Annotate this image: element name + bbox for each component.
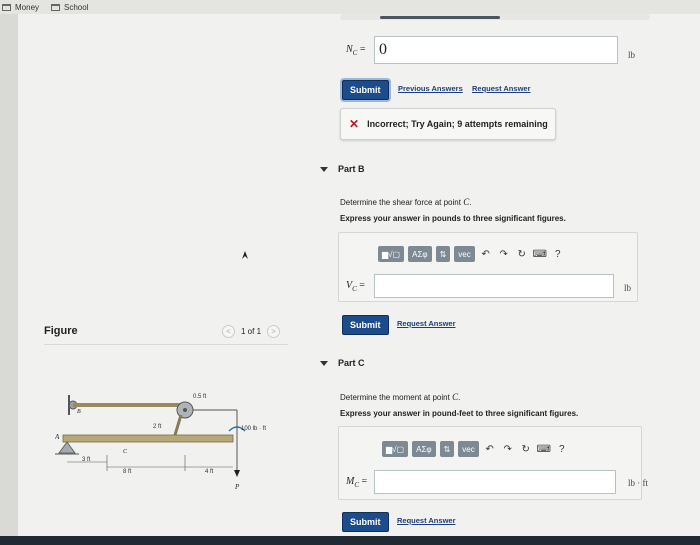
redo-icon[interactable]: ↷ [497,247,511,261]
reset-icon[interactable]: ↻ [519,442,533,456]
mc-label: MC = [346,475,368,489]
part-c-header[interactable]: Part C [320,358,365,368]
figure-label: Figure [44,325,78,337]
request-answer-link-part-c[interactable]: Request Answer [397,516,456,525]
vc-label: VC = [346,279,365,293]
dim-label-0-5ft: 0.5 ft [193,394,207,400]
request-answer-link-part-b[interactable]: Request Answer [397,319,456,328]
redo-icon[interactable]: ↷ [501,442,515,456]
templates-button[interactable]: ▆√▢ [382,441,409,457]
point-label-a: A [55,433,60,441]
figure-pager: < 1 of 1 > [222,325,281,338]
answer-row-mc: MC = [346,470,616,494]
top-progress-fill [380,16,500,19]
dim-label-8ft: 8 ft [123,469,132,475]
part-b-header[interactable]: Part B [320,164,365,174]
point-label-b: B [77,409,81,415]
dim-label-4ft: 4 ft [205,469,214,475]
mc-input[interactable] [374,470,616,494]
beam-diagram: 0.5 ft 2 ft 100 lb · ft 3 ft 8 ft 4 ft A… [55,394,266,491]
part-b-math-toolbar: ▆√▢ ΑΣφ ⇅ vec ↶ ↷ ↻ ⌨ ? [378,245,565,263]
mouse-cursor-icon [242,251,248,259]
arrows-button[interactable]: ⇅ [435,246,451,262]
caret-down-icon [320,166,328,172]
part-b-prompt: Determine the shear force at point C. [340,197,472,207]
point-label-c: C [123,449,128,455]
support-a-icon [55,441,79,455]
bookmark-school[interactable]: School [51,3,88,12]
answer-row-nc: NC = 0 [346,36,618,64]
help-icon[interactable]: ? [551,247,565,261]
nc-label: NC = [346,43,366,57]
submit-button-part-c[interactable]: Submit [342,512,389,532]
moment-label: 100 lb · ft [241,426,266,432]
part-c-instruction: Express your answer in pound-feet to thr… [340,409,579,418]
dim-label-3ft: 3 ft [82,457,91,463]
answer-row-vc: VC = [346,274,614,298]
vertical-link [173,414,183,436]
part-c-math-toolbar: ▆√▢ ΑΣφ ⇅ vec ↶ ↷ ↻ ⌨ ? [382,440,569,458]
submit-button-part-b[interactable]: Submit [342,315,389,335]
greek-button[interactable]: ΑΣφ [412,441,436,457]
feedback-incorrect: ✕ Incorrect; Try Again; 9 attempts remai… [340,108,556,140]
templates-button[interactable]: ▆√▢ [378,246,405,262]
keyboard-icon[interactable]: ⌨ [537,442,551,456]
keyboard-icon[interactable]: ⌨ [533,247,547,261]
previous-answers-link[interactable]: Previous Answers [398,84,463,93]
undo-icon[interactable]: ↶ [483,442,497,456]
vc-unit: lb [624,283,632,293]
folder-icon [51,3,61,11]
nc-input[interactable]: 0 [374,36,618,64]
vec-button[interactable]: vec [454,246,475,262]
bottom-dock-strip [0,536,700,545]
force-arrow-icon [234,470,240,477]
greek-button[interactable]: ΑΣφ [408,246,432,262]
mc-unit: lb · ft [628,478,648,488]
undo-icon[interactable]: ↶ [479,247,493,261]
prev-figure-button[interactable]: < [222,325,235,338]
force-label-p: P [234,483,240,491]
figure-page-count: 1 of 1 [241,327,262,336]
error-x-icon: ✕ [349,117,360,131]
help-icon[interactable]: ? [555,442,569,456]
arrows-button[interactable]: ⇅ [439,441,455,457]
main-beam [62,434,234,443]
caret-down-icon [320,360,328,366]
reset-icon[interactable]: ↻ [515,247,529,261]
figure-divider [44,344,288,345]
part-b-instruction: Express your answer in pounds to three s… [340,214,566,223]
folder-icon [2,3,11,11]
vec-button[interactable]: vec [458,441,479,457]
request-answer-link-part-a[interactable]: Request Answer [472,84,531,93]
bookmarks-bar: Money School [0,0,700,14]
part-c-prompt: Determine the moment at point C. [340,392,461,402]
next-figure-button[interactable]: > [267,325,281,338]
vc-input[interactable] [374,274,614,298]
bookmark-money[interactable]: Money [2,3,39,12]
submit-button-part-a[interactable]: Submit [342,80,389,100]
dim-label-2ft: 2 ft [153,424,162,430]
nc-unit: lb [628,50,636,60]
